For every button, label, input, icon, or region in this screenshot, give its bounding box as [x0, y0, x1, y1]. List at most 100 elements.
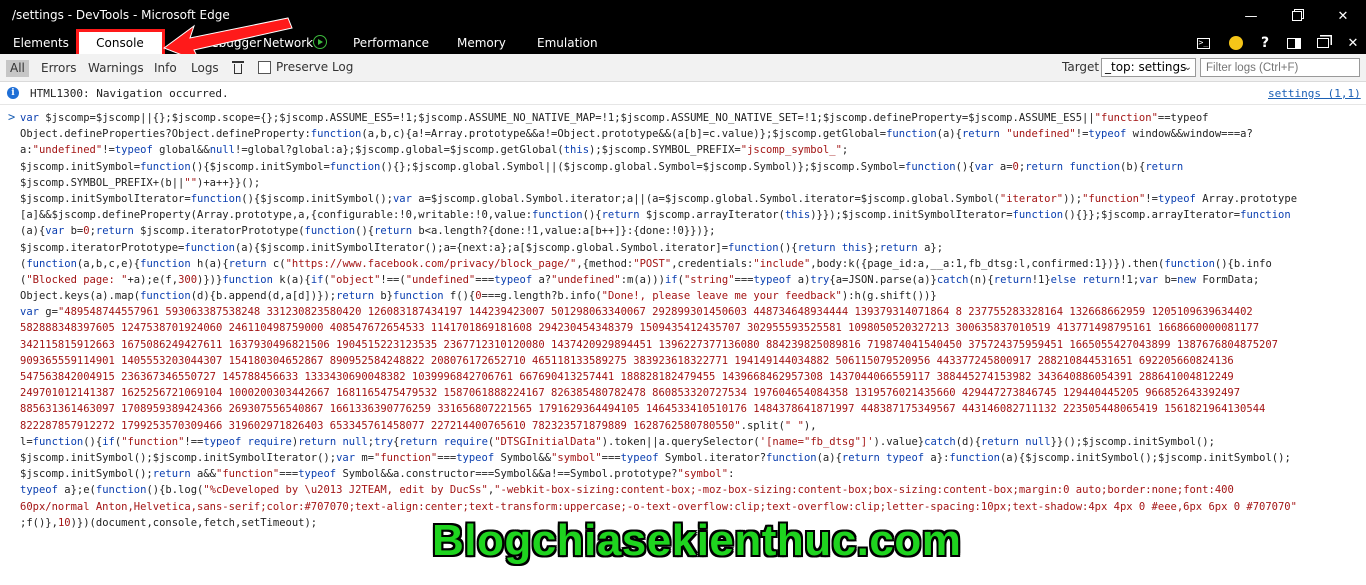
- code-token: (){: [582, 209, 602, 222]
- code-token: "include": [753, 257, 811, 270]
- close-window-button[interactable]: ✕: [1320, 0, 1366, 32]
- code-token: '[name="fb_dtsg"]': [759, 435, 874, 448]
- code-token: return: [228, 257, 273, 270]
- code-token: (a){: [936, 128, 962, 141]
- tab-memory[interactable]: Memory: [453, 32, 510, 54]
- code-token: var: [336, 451, 362, 464]
- undock-icon[interactable]: [1310, 32, 1336, 54]
- code-token: this: [563, 144, 590, 157]
- code-token: return: [879, 241, 925, 254]
- tab-performance[interactable]: Performance: [349, 32, 433, 54]
- feedback-smiley-icon[interactable]: [1223, 32, 1249, 54]
- code-token: )+a++}}();: [197, 176, 261, 189]
- code-token: var: [20, 306, 46, 319]
- code-token: (a,b,c){a!=Array.prototype&&a!=Object.pr…: [361, 128, 887, 141]
- code-token: typeof: [620, 451, 665, 464]
- filter-all-button[interactable]: All: [6, 60, 29, 77]
- filter-info-button[interactable]: Info: [150, 60, 181, 77]
- filter-logs-button[interactable]: Logs: [187, 60, 223, 77]
- code-token: return: [1145, 160, 1184, 173]
- dock-side-icon[interactable]: [1281, 32, 1307, 54]
- code-line: var $jscomp=$jscomp||{};$jscomp.scope={}…: [20, 110, 1360, 126]
- code-token: f(){: [449, 290, 476, 303]
- code-token: return: [374, 225, 419, 238]
- code-token: window&&window===a?: [1132, 128, 1253, 141]
- code-token: catch: [924, 435, 956, 448]
- code-token: $jscomp=$jscomp||{};$jscomp.scope={};$js…: [45, 112, 1095, 124]
- code-token: !=global?global:a};$jscomp.global=$jscom…: [235, 144, 564, 157]
- code-token: b<a.length?{done:!1,value:a[b++]}:{done:…: [418, 225, 716, 238]
- code-token: ).value}: [873, 435, 925, 448]
- code-token: "undefined": [32, 144, 103, 157]
- code-line: (function(a,b,c,e){function h(a){return …: [20, 256, 1360, 272]
- code-token: (a,b,c,e){: [76, 257, 141, 270]
- code-token: b}: [380, 290, 394, 303]
- code-token: global&&: [159, 144, 210, 157]
- console-drawer-icon[interactable]: >_: [1190, 32, 1216, 54]
- code-token: function: [184, 241, 235, 254]
- code-token: typeof: [494, 273, 539, 286]
- code-token: !=: [1145, 192, 1158, 205]
- code-token: function: [1240, 209, 1291, 222]
- tab-emulation[interactable]: Emulation: [533, 32, 602, 54]
- code-token: var: [392, 192, 419, 205]
- filter-logs-input[interactable]: [1200, 58, 1360, 77]
- code-token: return function: [1025, 160, 1121, 173]
- code-token: 342115815912663 1675086249427611 1637930…: [20, 338, 1278, 351]
- code-token: a};e(: [64, 484, 96, 497]
- code-token: l=: [20, 435, 33, 448]
- code-token: return this: [797, 241, 868, 254]
- code-token: 885631361463097 1708959389424366 2693075…: [20, 403, 1266, 416]
- code-token: (){$jscomp.initSymbol();: [241, 192, 393, 205]
- code-token: var: [1139, 273, 1165, 286]
- source-link[interactable]: settings (1,1): [1268, 87, 1361, 100]
- code-token: ===: [601, 451, 621, 464]
- filter-warnings-button[interactable]: Warnings: [84, 60, 148, 77]
- code-token: c(: [272, 257, 286, 270]
- code-token: return: [993, 273, 1032, 286]
- code-token: ).token||a.querySelector(: [601, 435, 760, 448]
- code-token: "undefined": [405, 273, 476, 286]
- minimize-button[interactable]: —: [1228, 0, 1274, 32]
- code-token: if: [664, 273, 678, 286]
- code-line: (a){var b=0;return $jscomp.iteratorProto…: [20, 223, 1360, 239]
- code-token: !1}: [1031, 273, 1051, 286]
- code-token: "iterator": [999, 192, 1064, 205]
- close-devtools-icon[interactable]: ✕: [1340, 32, 1366, 54]
- clear-console-trash-icon[interactable]: [232, 60, 244, 74]
- target-label: Target: [1062, 60, 1100, 74]
- code-token: :m(a))): [620, 273, 665, 286]
- code-token: !==: [184, 435, 204, 448]
- code-line: $jscomp.initSymbol();return a&&"function…: [20, 466, 1360, 482]
- code-line: Object.keys(a).map(function(d){b.append(…: [20, 288, 1360, 304]
- code-token: ===g.length?b.info(: [481, 290, 602, 303]
- filter-errors-button[interactable]: Errors: [37, 60, 81, 77]
- console-input-code[interactable]: var $jscomp=$jscomp||{};$jscomp.scope={}…: [20, 110, 1360, 531]
- code-token: )})(document,console,fetch,setTimeout);: [70, 516, 318, 529]
- target-select[interactable]: _top: settings ⌄: [1101, 58, 1196, 77]
- code-token: "%cDeveloped by \u2013 J2TEAM, edit by D…: [203, 484, 488, 497]
- code-token: FormData;: [1202, 273, 1260, 286]
- code-token: else return: [1050, 273, 1121, 286]
- code-token: ,credentials:: [671, 257, 754, 270]
- code-token: (){}};$jscomp.arrayIterator=: [1063, 209, 1241, 222]
- code-token: (d){b.append(d,a[d])});: [190, 290, 337, 303]
- code-token: function: [1012, 209, 1064, 222]
- maximize-button[interactable]: [1274, 0, 1320, 32]
- code-token: Symbol.iterator?: [664, 451, 767, 464]
- code-token: ));: [1063, 192, 1083, 205]
- tab-elements[interactable]: Elements: [9, 32, 73, 54]
- preserve-log-checkbox[interactable]: [258, 61, 271, 74]
- network-recording-icon: [313, 35, 327, 49]
- code-token: (a){: [816, 451, 842, 464]
- code-token: $jscomp.initSymbol=: [20, 160, 141, 173]
- code-token: }}();$jscomp.initSymbol();: [1050, 435, 1215, 448]
- code-token: h(a){: [197, 257, 229, 270]
- code-token: new: [1177, 273, 1203, 286]
- help-icon[interactable]: ?: [1252, 32, 1278, 54]
- code-token: ,{method:: [576, 257, 634, 270]
- code-token: function: [190, 192, 242, 205]
- code-token: $jscomp.initSymbol();$jscomp.initSymbolI…: [20, 451, 337, 464]
- code-token: "undefined": [551, 273, 621, 286]
- code-token: Object.defineProperties?Object.definePro…: [20, 128, 311, 141]
